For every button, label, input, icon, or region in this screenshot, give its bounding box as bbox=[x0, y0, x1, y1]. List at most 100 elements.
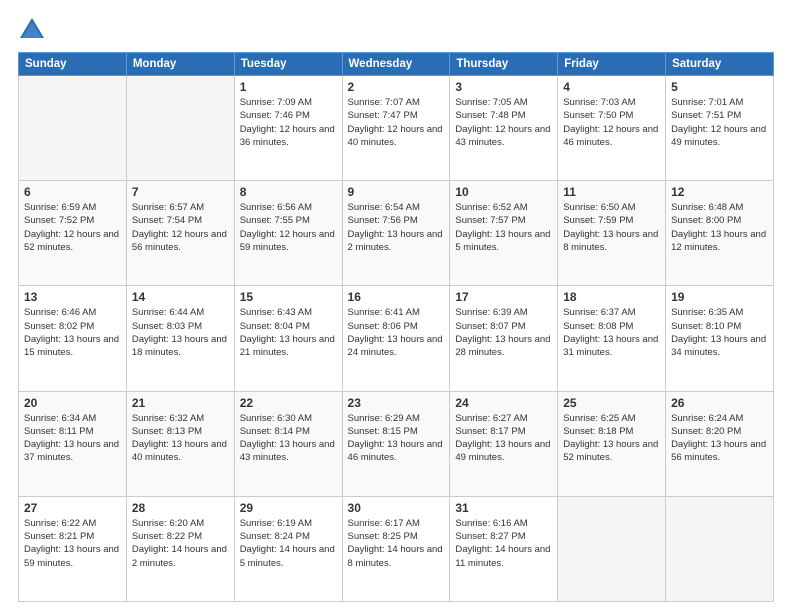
day-number: 25 bbox=[563, 396, 660, 410]
logo bbox=[18, 16, 50, 44]
day-number: 20 bbox=[24, 396, 121, 410]
calendar-cell: 6 Sunrise: 6:59 AMSunset: 7:52 PMDaylight… bbox=[19, 181, 127, 286]
day-info: Sunrise: 6:56 AMSunset: 7:55 PMDaylight:… bbox=[240, 201, 337, 254]
day-info: Sunrise: 6:41 AMSunset: 8:06 PMDaylight:… bbox=[348, 306, 445, 359]
day-info: Sunrise: 6:54 AMSunset: 7:56 PMDaylight:… bbox=[348, 201, 445, 254]
calendar-week-row: 20 Sunrise: 6:34 AMSunset: 8:11 PMDayligh… bbox=[19, 391, 774, 496]
calendar-cell: 26Sunrise: 6:24 AMSunset: 8:20 PMDayligh… bbox=[666, 391, 774, 496]
day-info: Sunrise: 6:46 AMSunset: 8:02 PMDaylight:… bbox=[24, 306, 121, 359]
calendar-cell bbox=[558, 496, 666, 601]
weekday-header: Wednesday bbox=[342, 53, 450, 76]
day-info: Sunrise: 6:52 AMSunset: 7:57 PMDaylight:… bbox=[455, 201, 552, 254]
day-info: Sunrise: 6:50 AMSunset: 7:59 PMDaylight:… bbox=[563, 201, 660, 254]
calendar-cell: 1 Sunrise: 7:09 AMSunset: 7:46 PMDaylight… bbox=[234, 76, 342, 181]
day-number: 5 bbox=[671, 80, 768, 94]
calendar-cell bbox=[126, 76, 234, 181]
calendar-cell: 15 Sunrise: 6:43 AMSunset: 8:04 PMDayligh… bbox=[234, 286, 342, 391]
day-number: 15 bbox=[240, 290, 337, 304]
calendar-week-row: 6 Sunrise: 6:59 AMSunset: 7:52 PMDaylight… bbox=[19, 181, 774, 286]
day-number: 27 bbox=[24, 501, 121, 515]
calendar-cell: 19Sunrise: 6:35 AMSunset: 8:10 PMDayligh… bbox=[666, 286, 774, 391]
calendar-cell: 20 Sunrise: 6:34 AMSunset: 8:11 PMDayligh… bbox=[19, 391, 127, 496]
day-number: 7 bbox=[132, 185, 229, 199]
calendar-cell: 13 Sunrise: 6:46 AMSunset: 8:02 PMDayligh… bbox=[19, 286, 127, 391]
logo-icon bbox=[18, 16, 46, 44]
calendar-cell: 3 Sunrise: 7:05 AMSunset: 7:48 PMDaylight… bbox=[450, 76, 558, 181]
calendar-week-row: 1 Sunrise: 7:09 AMSunset: 7:46 PMDaylight… bbox=[19, 76, 774, 181]
calendar-table: SundayMondayTuesdayWednesdayThursdayFrid… bbox=[18, 52, 774, 602]
day-info: Sunrise: 6:59 AMSunset: 7:52 PMDaylight:… bbox=[24, 201, 121, 254]
calendar-week-row: 13 Sunrise: 6:46 AMSunset: 8:02 PMDayligh… bbox=[19, 286, 774, 391]
day-number: 9 bbox=[348, 185, 445, 199]
day-number: 14 bbox=[132, 290, 229, 304]
day-info: Sunrise: 6:39 AMSunset: 8:07 PMDaylight:… bbox=[455, 306, 552, 359]
day-info: Sunrise: 6:29 AMSunset: 8:15 PMDaylight:… bbox=[348, 412, 445, 465]
day-number: 13 bbox=[24, 290, 121, 304]
day-info: Sunrise: 7:07 AMSunset: 7:47 PMDaylight:… bbox=[348, 96, 445, 149]
page: SundayMondayTuesdayWednesdayThursdayFrid… bbox=[0, 0, 792, 612]
day-number: 30 bbox=[348, 501, 445, 515]
day-info: Sunrise: 7:03 AMSunset: 7:50 PMDaylight:… bbox=[563, 96, 660, 149]
calendar-cell: 11 Sunrise: 6:50 AMSunset: 7:59 PMDayligh… bbox=[558, 181, 666, 286]
day-number: 29 bbox=[240, 501, 337, 515]
day-info: Sunrise: 6:27 AMSunset: 8:17 PMDaylight:… bbox=[455, 412, 552, 465]
day-info: Sunrise: 6:20 AMSunset: 8:22 PMDaylight:… bbox=[132, 517, 229, 570]
calendar-cell: 8 Sunrise: 6:56 AMSunset: 7:55 PMDaylight… bbox=[234, 181, 342, 286]
calendar-cell: 17Sunrise: 6:39 AMSunset: 8:07 PMDayligh… bbox=[450, 286, 558, 391]
calendar-cell bbox=[666, 496, 774, 601]
calendar-week-row: 27 Sunrise: 6:22 AMSunset: 8:21 PMDayligh… bbox=[19, 496, 774, 601]
calendar-cell: 30Sunrise: 6:17 AMSunset: 8:25 PMDayligh… bbox=[342, 496, 450, 601]
calendar-cell: 21 Sunrise: 6:32 AMSunset: 8:13 PMDayligh… bbox=[126, 391, 234, 496]
calendar-cell: 5 Sunrise: 7:01 AMSunset: 7:51 PMDaylight… bbox=[666, 76, 774, 181]
day-info: Sunrise: 6:48 AMSunset: 8:00 PMDaylight:… bbox=[671, 201, 768, 254]
calendar-cell: 16 Sunrise: 6:41 AMSunset: 8:06 PMDayligh… bbox=[342, 286, 450, 391]
calendar-cell: 24Sunrise: 6:27 AMSunset: 8:17 PMDayligh… bbox=[450, 391, 558, 496]
day-info: Sunrise: 7:01 AMSunset: 7:51 PMDaylight:… bbox=[671, 96, 768, 149]
calendar-cell: 22 Sunrise: 6:30 AMSunset: 8:14 PMDayligh… bbox=[234, 391, 342, 496]
day-number: 10 bbox=[455, 185, 552, 199]
weekday-header: Monday bbox=[126, 53, 234, 76]
day-number: 23 bbox=[348, 396, 445, 410]
day-info: Sunrise: 7:05 AMSunset: 7:48 PMDaylight:… bbox=[455, 96, 552, 149]
calendar-cell: 12 Sunrise: 6:48 AMSunset: 8:00 PMDayligh… bbox=[666, 181, 774, 286]
day-number: 16 bbox=[348, 290, 445, 304]
day-number: 3 bbox=[455, 80, 552, 94]
calendar-cell: 7 Sunrise: 6:57 AMSunset: 7:54 PMDaylight… bbox=[126, 181, 234, 286]
day-number: 22 bbox=[240, 396, 337, 410]
calendar-cell bbox=[19, 76, 127, 181]
day-number: 8 bbox=[240, 185, 337, 199]
day-info: Sunrise: 6:30 AMSunset: 8:14 PMDaylight:… bbox=[240, 412, 337, 465]
day-number: 18 bbox=[563, 290, 660, 304]
calendar-cell: 29 Sunrise: 6:19 AMSunset: 8:24 PMDayligh… bbox=[234, 496, 342, 601]
calendar-cell: 28 Sunrise: 6:20 AMSunset: 8:22 PMDayligh… bbox=[126, 496, 234, 601]
calendar-header-row: SundayMondayTuesdayWednesdayThursdayFrid… bbox=[19, 53, 774, 76]
weekday-header: Saturday bbox=[666, 53, 774, 76]
day-info: Sunrise: 7:09 AMSunset: 7:46 PMDaylight:… bbox=[240, 96, 337, 149]
calendar-cell: 4Sunrise: 7:03 AMSunset: 7:50 PMDaylight… bbox=[558, 76, 666, 181]
day-info: Sunrise: 6:32 AMSunset: 8:13 PMDaylight:… bbox=[132, 412, 229, 465]
day-number: 19 bbox=[671, 290, 768, 304]
day-info: Sunrise: 6:19 AMSunset: 8:24 PMDaylight:… bbox=[240, 517, 337, 570]
day-info: Sunrise: 6:44 AMSunset: 8:03 PMDaylight:… bbox=[132, 306, 229, 359]
day-number: 11 bbox=[563, 185, 660, 199]
day-info: Sunrise: 6:22 AMSunset: 8:21 PMDaylight:… bbox=[24, 517, 121, 570]
day-info: Sunrise: 6:57 AMSunset: 7:54 PMDaylight:… bbox=[132, 201, 229, 254]
calendar-cell: 23 Sunrise: 6:29 AMSunset: 8:15 PMDayligh… bbox=[342, 391, 450, 496]
calendar-cell: 9 Sunrise: 6:54 AMSunset: 7:56 PMDaylight… bbox=[342, 181, 450, 286]
day-number: 28 bbox=[132, 501, 229, 515]
weekday-header: Thursday bbox=[450, 53, 558, 76]
day-info: Sunrise: 6:34 AMSunset: 8:11 PMDaylight:… bbox=[24, 412, 121, 465]
day-number: 1 bbox=[240, 80, 337, 94]
weekday-header: Sunday bbox=[19, 53, 127, 76]
header bbox=[18, 16, 774, 44]
day-info: Sunrise: 6:16 AMSunset: 8:27 PMDaylight:… bbox=[455, 517, 552, 570]
day-info: Sunrise: 6:43 AMSunset: 8:04 PMDaylight:… bbox=[240, 306, 337, 359]
calendar-cell: 18 Sunrise: 6:37 AMSunset: 8:08 PMDayligh… bbox=[558, 286, 666, 391]
calendar-cell: 10 Sunrise: 6:52 AMSunset: 7:57 PMDayligh… bbox=[450, 181, 558, 286]
day-number: 12 bbox=[671, 185, 768, 199]
calendar-cell: 2Sunrise: 7:07 AMSunset: 7:47 PMDaylight… bbox=[342, 76, 450, 181]
day-number: 6 bbox=[24, 185, 121, 199]
day-info: Sunrise: 6:37 AMSunset: 8:08 PMDaylight:… bbox=[563, 306, 660, 359]
day-number: 21 bbox=[132, 396, 229, 410]
day-info: Sunrise: 6:24 AMSunset: 8:20 PMDaylight:… bbox=[671, 412, 768, 465]
